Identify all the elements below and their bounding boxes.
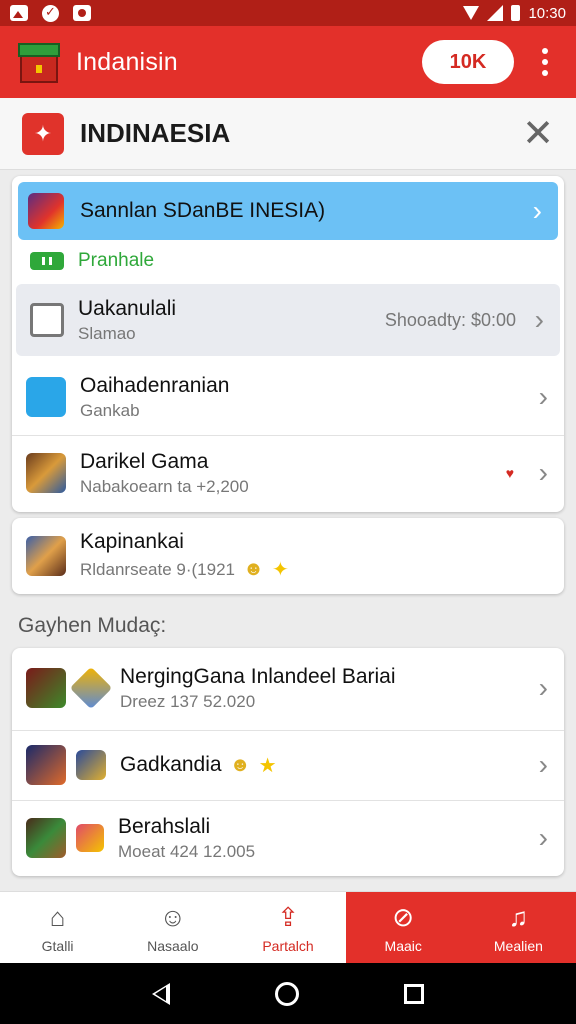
chevron-right-icon: ›: [538, 457, 548, 488]
nav-item-no-sign[interactable]: ⊘ Maaic: [345, 892, 461, 963]
game-thumbnail-icon: [26, 668, 66, 708]
highlight-row-title: Sannlan SDanBE INESIA): [80, 199, 326, 222]
home-circle-icon[interactable]: [274, 981, 299, 1006]
heart-mark-icon: ♥: [505, 465, 514, 481]
star-emoji-icon: ✦: [272, 559, 289, 581]
heart-app-icon: [26, 377, 66, 417]
app-title: Indanisin: [76, 47, 178, 76]
home-icon: ⌂: [49, 902, 66, 932]
check-notification-icon: [42, 4, 59, 22]
cell-signal-icon: [487, 5, 504, 21]
list-item-subtitle: Rldanrseate 9·(1921: [80, 559, 235, 579]
camera-notification-icon: [73, 5, 91, 21]
game-thumbnail-icon: [26, 818, 66, 858]
list-item-title: Oaihadenranian: [80, 373, 230, 397]
list-item[interactable]: Berahslali Moeat 424 12.005 ›: [12, 801, 564, 875]
list-item-subtitle: Gankab: [80, 400, 140, 420]
nav-label: Partalch: [262, 937, 314, 954]
nav-item-home[interactable]: ⌂ Gtalli: [0, 892, 115, 963]
list-item[interactable]: Darikel Gama Nabakoearn ta +2,200 ♥ ›: [12, 436, 564, 510]
list-item-title: Gadkandia: [120, 753, 222, 776]
chevron-right-icon: ›: [534, 304, 544, 335]
badge-app-icon: [69, 666, 113, 710]
list-item-title: Kapinankai: [80, 530, 184, 553]
list-item[interactable]: Oaihadenranian Gankab ›: [12, 360, 564, 434]
counter-pill-button[interactable]: 10K: [422, 40, 514, 84]
list-item-subtitle: Nabakoearn ta +2,200: [80, 476, 249, 496]
gallery-notification-icon: [10, 5, 28, 21]
game-thumbnail-icon: [26, 745, 66, 785]
more-options-icon[interactable]: [530, 40, 560, 84]
nav-label: Gtalli: [41, 937, 74, 954]
nav-label: Maaic: [384, 937, 422, 954]
brand-logo-icon: ✦: [22, 112, 64, 155]
list-item[interactable]: Kapinankai Rldanrseate 9·(1921 ☻ ✦: [12, 518, 564, 594]
face-icon: ☺: [159, 902, 187, 932]
no-sign-icon: ⊘: [392, 902, 415, 932]
wifi-icon: [463, 6, 480, 20]
bottom-nav: ⌂ Gtalli ☺ Nasaalo ⇪ Partalch ⊘ Maaic ♫ …: [0, 891, 576, 963]
selected-row[interactable]: Uakanulali Slamao Shooadty: $0:00 ›: [16, 284, 560, 356]
chevron-right-icon: ›: [538, 672, 548, 703]
badge-label: Pranhale: [78, 250, 155, 271]
nav-label: Nasaalo: [147, 937, 199, 954]
character-avatar-icon: [26, 536, 66, 576]
bottom-list-card: NergingGana Inlandeel Bariai Dreez 137 5…: [12, 648, 564, 876]
status-time: 10:30: [528, 4, 566, 22]
sub-header-title: INDINAESIA: [80, 118, 231, 148]
close-icon[interactable]: ✕: [522, 115, 554, 153]
avatar-icon: [76, 750, 106, 780]
back-icon[interactable]: [152, 982, 171, 1005]
app-bar: Indanisin 10K: [0, 26, 576, 98]
chevron-right-icon: ›: [538, 381, 548, 412]
nav-item-bell[interactable]: ♫ Mealien: [460, 892, 576, 963]
list-item-subtitle: Dreez 137 52.020: [120, 691, 256, 711]
system-nav-bar: [0, 963, 576, 1024]
smiley-emoji-icon: ☻: [229, 753, 251, 776]
battery-icon: [511, 5, 521, 21]
price-text: Shooadty: $0:00: [384, 309, 516, 330]
selected-row-subtitle: Slamao: [78, 323, 136, 343]
gift-box-logo-icon: [16, 39, 62, 85]
list-item-title: NergingGana Inlandeel Bariai: [120, 664, 396, 688]
bell-icon: ♫: [508, 902, 529, 932]
game-thumbnail-icon: [26, 453, 66, 493]
badge-app-icon: [76, 824, 104, 852]
highlight-row[interactable]: Sannlan SDanBE INESIA) ›: [18, 182, 558, 240]
star-emoji-icon: ★: [258, 754, 277, 777]
recent-apps-icon[interactable]: [403, 983, 424, 1004]
list-item-title: Darikel Gama: [80, 449, 209, 473]
chevron-right-icon: ›: [532, 195, 542, 226]
chevron-right-icon: ›: [538, 749, 548, 780]
chevron-right-icon: ›: [538, 822, 548, 853]
sub-header: ✦ INDINAESIA ✕: [0, 98, 576, 170]
list-item[interactable]: Gadkandia ☻ ★ ›: [12, 731, 564, 799]
top-card: Sannlan SDanBE INESIA) › Pranhale Uakanu…: [12, 176, 564, 512]
single-card[interactable]: Kapinankai Rldanrseate 9·(1921 ☻ ✦: [12, 518, 564, 594]
smiley-emoji-icon: ☻: [242, 558, 265, 580]
nav-item-upload[interactable]: ⇪ Partalch: [230, 892, 345, 963]
section-label: Gayhen Mudaç:: [18, 614, 167, 637]
nav-item-face[interactable]: ☺ Nasaalo: [115, 892, 230, 963]
nav-label: Mealien: [493, 937, 543, 954]
list-item-title: Berahslali: [118, 814, 211, 838]
upload-icon: ⇪: [277, 902, 299, 932]
pause-badge-icon: [30, 252, 64, 270]
badge-row: Pranhale: [12, 246, 564, 276]
selected-row-title: Uakanulali: [78, 296, 177, 320]
list-item-subtitle: Moeat 424 12.005: [118, 841, 256, 861]
status-bar: 10:30: [0, 0, 576, 26]
list-item[interactable]: NergingGana Inlandeel Bariai Dreez 137 5…: [12, 648, 564, 728]
game-thumbnail-icon: [28, 193, 64, 229]
grid-app-icon: [30, 303, 64, 337]
